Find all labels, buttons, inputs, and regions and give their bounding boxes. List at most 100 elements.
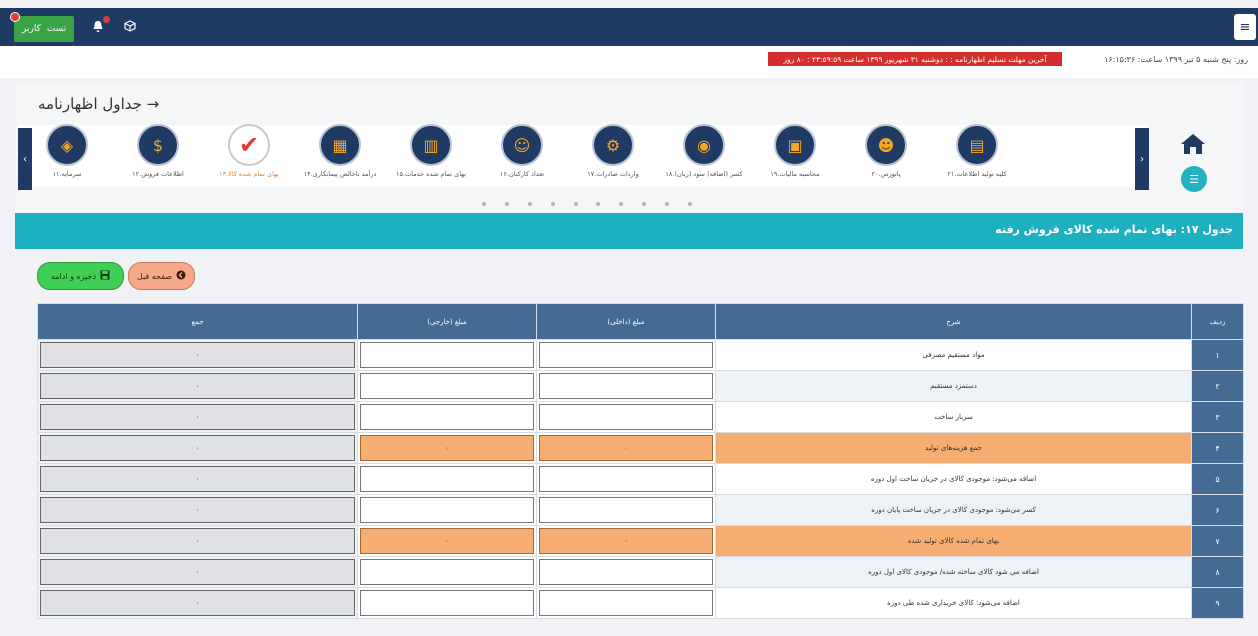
table-row: ۰ اضافه می شود کالای ساخته شده/ موجودی کا… <box>37 556 1244 588</box>
carousel-dot[interactable] <box>573 202 578 206</box>
amount-internal-input[interactable] <box>539 342 713 368</box>
step-item[interactable]: ☻ ۲۰.پاتورس <box>846 124 926 179</box>
row-number: ۹ <box>1191 587 1244 619</box>
amount-external-input: ۰ <box>360 435 534 461</box>
step-item[interactable]: ☺ ۱۶.تعداد کارکنان <box>482 124 562 179</box>
amount-internal-input[interactable] <box>539 466 713 492</box>
step-item[interactable]: ▥ ۱۵.بهای تمام شده خدمات <box>391 124 471 179</box>
amount-external-input[interactable] <box>360 404 534 430</box>
amount-external-input[interactable] <box>360 373 534 399</box>
amount-external-input[interactable] <box>360 466 534 492</box>
amount-external-cell <box>357 463 537 495</box>
amount-internal-input[interactable] <box>539 373 713 399</box>
step-item[interactable]: ▤ ۲۱.کلیه تولید اطلاعات <box>937 124 1017 179</box>
amount-internal-input[interactable] <box>539 404 713 430</box>
row-number: ۴ <box>1191 432 1244 464</box>
amount-external-cell <box>357 370 537 402</box>
total-value: ۰ <box>40 497 355 523</box>
save-continue-button[interactable]: ذخیره و ادامه <box>37 262 124 290</box>
city-icon: ▥ <box>410 124 452 166</box>
total-value: ۰ <box>40 559 355 585</box>
amount-external-cell <box>357 494 537 526</box>
total-cell: ۰ <box>37 525 358 557</box>
carousel-dot[interactable] <box>687 202 692 206</box>
sales-icon: $ <box>137 124 179 166</box>
total-value: ۰ <box>40 435 355 461</box>
amount-internal-cell <box>536 370 716 402</box>
step-item[interactable]: ◈ ۱۱.سرمایه <box>27 124 107 179</box>
total-cell: ۰ <box>37 463 358 495</box>
total-cell: ۰ <box>37 587 358 619</box>
carousel-dot[interactable] <box>642 202 647 206</box>
row-description: بهای تمام شده کالای تولید شده <box>715 525 1192 557</box>
carousel-dot[interactable] <box>596 202 601 206</box>
money-icon: ◉ <box>683 124 725 166</box>
row-description: اضافه می‌شود: کالای خریداری شده طی دوره <box>715 587 1192 619</box>
carousel-dot[interactable] <box>482 202 486 206</box>
amount-internal-input[interactable] <box>539 590 713 616</box>
row-number: ۵ <box>1191 463 1244 495</box>
row-description: اضافه می‌شود: موجودی کالای در جریان ساخت… <box>715 463 1192 495</box>
user-menu-button[interactable]: کاربر تست <box>10 12 75 42</box>
step-item[interactable]: ✔ ۱۳.بهای تمام شده کالا <box>209 124 289 179</box>
header-row-number: ردیف <box>1191 303 1244 340</box>
step-item[interactable]: ▣ ۱۹.محاسبه مالیات <box>755 124 835 179</box>
amount-external-cell <box>357 556 537 588</box>
row-description: جمع هزینه‌های تولید <box>715 432 1192 464</box>
step-label: ۱۴.درآمد ناخالص پیمانکاری <box>303 170 377 178</box>
previous-page-button[interactable]: صفحه قبل <box>128 262 195 290</box>
amount-internal-input: ۰ <box>539 435 713 461</box>
user-label: کاربر <box>22 24 41 34</box>
hamburger-menu-button[interactable]: ≡ <box>1234 14 1256 40</box>
step-item[interactable]: ▦ ۱۴.درآمد ناخالص پیمانکاری <box>300 124 380 179</box>
list-toggle-icon[interactable]: ☰ <box>1181 166 1207 192</box>
row-number: ۱ <box>1191 339 1244 371</box>
amount-external-input[interactable] <box>360 497 534 523</box>
step-label: ۱۶.تعداد کارکنان <box>499 170 545 178</box>
amount-internal-input[interactable] <box>539 497 713 523</box>
step-item[interactable]: ⚙ ۱۷.واردات صادرات <box>573 124 653 179</box>
bell-icon[interactable] <box>92 16 110 36</box>
carousel-dot[interactable] <box>665 202 669 206</box>
cost-table: جمع مبلغ (خارجی) مبلغ (داخلی) شرح ردیف ۰… <box>37 303 1244 619</box>
current-date: روز: پنج شنبه ۵ تیر ۱۳۹۹ ساعت: ۱۶:۱۵:۳۶ <box>1104 55 1248 64</box>
step-item[interactable]: ◉ ۱۸.کسر (اضافه) سود (زیان) <box>664 124 744 179</box>
monitor-icon: ▣ <box>774 124 816 166</box>
step-label: ۲۱.کلیه تولید اطلاعات <box>947 170 1007 178</box>
step-item[interactable]: $۱۲.اطلاعات فروش <box>118 124 198 179</box>
amount-internal-input[interactable] <box>539 559 713 585</box>
deadline-banner: آخرین مهلت تسلیم اظهارنامه : : دوشنبه ۳۱… <box>768 52 1062 66</box>
total-value: ۰ <box>40 342 355 368</box>
carousel-dot[interactable] <box>550 202 555 206</box>
checkmark-icon: ✔ <box>228 124 270 166</box>
row-description: مواد مستقیم مصرفی <box>715 339 1192 371</box>
row-number: ۶ <box>1191 494 1244 526</box>
total-value: ۰ <box>40 373 355 399</box>
carousel-dot[interactable] <box>527 202 532 206</box>
amount-external-input[interactable] <box>360 590 534 616</box>
total-cell: ۰ <box>37 370 358 402</box>
people-icon: ☻ <box>865 124 907 166</box>
amount-external-input[interactable] <box>360 559 534 585</box>
documents-icon: ▤ <box>956 124 998 166</box>
cube-icon[interactable] <box>124 20 136 35</box>
total-value: ۰ <box>40 528 355 554</box>
staff-icon: ☺ <box>501 124 543 166</box>
carousel-next-arrow-icon[interactable]: › <box>1135 128 1149 190</box>
home-icon[interactable] <box>1180 132 1206 158</box>
total-cell: ۰ <box>37 432 358 464</box>
total-value: ۰ <box>40 404 355 430</box>
amount-external-input[interactable] <box>360 342 534 368</box>
carousel-dot[interactable] <box>504 202 509 206</box>
table-row: ۰ مواد مستقیم مصرفی ۱ <box>37 339 1244 371</box>
step-label: ۱۷.واردات صادرات <box>587 170 639 178</box>
amount-external-cell: ۰ <box>357 432 537 464</box>
row-description: اضافه می شود کالای ساخته شده/ موجودی کال… <box>715 556 1192 588</box>
step-label: ۲۰.پاتورس <box>871 170 901 178</box>
header-amount-external: مبلغ (خارجی) <box>357 303 537 340</box>
carousel-dot[interactable] <box>619 202 624 206</box>
amount-external-input: ۰ <box>360 528 534 554</box>
back-arrow-icon[interactable]: → <box>147 95 160 113</box>
amount-internal-input: ۰ <box>539 528 713 554</box>
row-number: ۲ <box>1191 370 1244 402</box>
